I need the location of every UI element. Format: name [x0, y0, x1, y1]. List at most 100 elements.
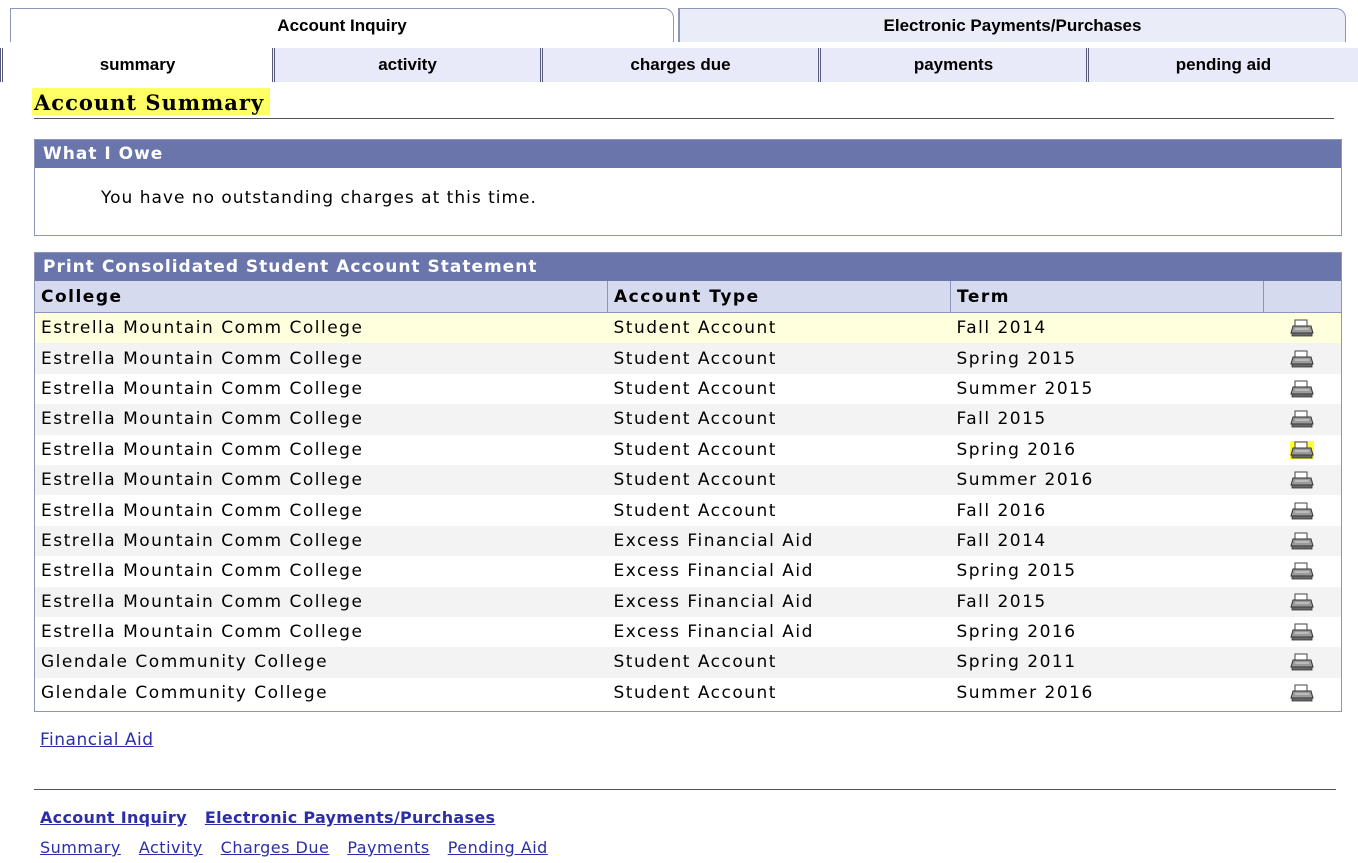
college-cell: Estrella Mountain Comm College: [35, 556, 608, 587]
account-type-cell: Excess Financial Aid: [607, 586, 951, 617]
sub-tab-row: summary activity charges due payments pe…: [0, 48, 1358, 82]
account-type-cell: Student Account: [607, 495, 951, 526]
footer-links-sub: Summary Activity Charges Due Payments Pe…: [40, 838, 548, 857]
what-i-owe-header: What I Owe: [35, 140, 1341, 168]
table-row: Estrella Mountain Comm College Student Ac…: [35, 312, 1341, 344]
tab-payments[interactable]: payments: [818, 48, 1086, 82]
table-row: Estrella Mountain Comm College Excess Fin…: [35, 525, 1341, 557]
term-cell: Fall 2015: [950, 404, 1264, 435]
statement-table: College Account Type Term Estrella Mount…: [35, 281, 1341, 709]
account-type-cell: Student Account: [607, 343, 951, 374]
divider: [34, 789, 1336, 790]
printer-icon[interactable]: [1290, 440, 1315, 459]
tab-charges-due[interactable]: charges due: [540, 48, 818, 82]
print-cell: [1263, 404, 1341, 435]
print-cell: [1263, 464, 1341, 496]
account-type-cell: Excess Financial Aid: [607, 525, 951, 557]
term-cell: Summer 2016: [950, 677, 1264, 709]
table-row: Estrella Mountain Comm College Excess Fin…: [35, 586, 1341, 617]
column-header-college: College: [35, 281, 608, 313]
footer-link-electronic-payments[interactable]: Electronic Payments/Purchases: [205, 808, 495, 827]
printer-icon[interactable]: [1290, 380, 1314, 398]
printer-icon[interactable]: [1290, 471, 1314, 489]
college-cell: Estrella Mountain Comm College: [35, 525, 608, 557]
term-cell: Spring 2015: [950, 343, 1264, 374]
statement-box: Print Consolidated Student Account State…: [34, 252, 1342, 712]
account-type-cell: Excess Financial Aid: [607, 556, 951, 587]
column-header-account-type: Account Type: [607, 281, 951, 313]
table-row: Estrella Mountain Comm College Student Ac…: [35, 464, 1341, 496]
print-cell: [1263, 556, 1341, 587]
printer-icon[interactable]: [1290, 653, 1314, 671]
top-tab-row: Account Inquiry Electronic Payments/Purc…: [10, 8, 1350, 44]
footer-link-charges-due[interactable]: Charges Due: [221, 838, 330, 857]
print-cell: [1263, 586, 1341, 617]
column-header-print: [1263, 281, 1341, 313]
term-cell: Spring 2016: [950, 434, 1264, 465]
account-type-cell: Student Account: [607, 373, 951, 405]
account-type-cell: Student Account: [607, 434, 951, 465]
term-cell: Fall 2014: [950, 312, 1264, 344]
college-cell: Estrella Mountain Comm College: [35, 404, 608, 435]
no-charges-message: You have no outstanding charges at this …: [101, 188, 537, 208]
college-cell: Estrella Mountain Comm College: [35, 586, 608, 617]
college-cell: Estrella Mountain Comm College: [35, 343, 608, 374]
college-cell: Glendale Community College: [35, 677, 608, 709]
printer-icon[interactable]: [1290, 350, 1314, 368]
college-cell: Estrella Mountain Comm College: [35, 312, 608, 344]
printer-icon[interactable]: [1290, 593, 1314, 611]
footer-link-account-inquiry[interactable]: Account Inquiry: [40, 808, 187, 827]
print-cell: [1263, 495, 1341, 526]
print-cell: [1263, 373, 1341, 405]
account-type-cell: Student Account: [607, 464, 951, 496]
print-cell: [1263, 677, 1341, 709]
term-cell: Fall 2015: [950, 586, 1264, 617]
table-row: Estrella Mountain Comm College Student Ac…: [35, 434, 1341, 465]
footer-link-pending-aid[interactable]: Pending Aid: [448, 838, 548, 857]
footer-link-activity[interactable]: Activity: [139, 838, 203, 857]
tab-activity[interactable]: activity: [272, 48, 540, 82]
college-cell: Estrella Mountain Comm College: [35, 464, 608, 496]
account-type-cell: Student Account: [607, 677, 951, 709]
footer-link-payments[interactable]: Payments: [347, 838, 429, 857]
financial-aid-link[interactable]: Financial Aid: [40, 730, 154, 750]
college-cell: Estrella Mountain Comm College: [35, 616, 608, 648]
table-row: Estrella Mountain Comm College Student Ac…: [35, 373, 1341, 405]
column-header-term: Term: [950, 281, 1264, 313]
tab-account-inquiry[interactable]: Account Inquiry: [10, 8, 674, 42]
footer-links-main: Account Inquiry Electronic Payments/Purc…: [40, 808, 495, 827]
printer-icon[interactable]: [1290, 502, 1314, 520]
table-row: Estrella Mountain Comm College Student Ac…: [35, 343, 1341, 374]
printer-icon[interactable]: [1290, 562, 1314, 580]
footer-link-summary[interactable]: Summary: [40, 838, 121, 857]
term-cell: Spring 2016: [950, 616, 1264, 648]
account-type-cell: Student Account: [607, 312, 951, 344]
printer-icon[interactable]: [1290, 319, 1314, 337]
table-row: Estrella Mountain Comm College Student Ac…: [35, 404, 1341, 435]
college-cell: Estrella Mountain Comm College: [35, 495, 608, 526]
account-type-cell: Student Account: [607, 404, 951, 435]
page-title: Account Summary: [32, 88, 271, 115]
divider: [34, 118, 1334, 119]
print-cell: [1263, 312, 1341, 344]
table-row: Estrella Mountain Comm College Student Ac…: [35, 495, 1341, 526]
term-cell: Fall 2016: [950, 495, 1264, 526]
tab-pending-aid[interactable]: pending aid: [1086, 48, 1358, 82]
print-cell: [1263, 434, 1341, 465]
tab-electronic-payments[interactable]: Electronic Payments/Purchases: [678, 8, 1346, 42]
account-summary-page: Account Inquiry Electronic Payments/Purc…: [0, 0, 1358, 863]
printer-icon[interactable]: [1290, 623, 1314, 641]
college-cell: Estrella Mountain Comm College: [35, 434, 608, 465]
college-cell: Estrella Mountain Comm College: [35, 373, 608, 405]
printer-icon[interactable]: [1290, 410, 1314, 428]
print-cell: [1263, 343, 1341, 374]
print-cell: [1263, 616, 1341, 648]
tab-summary[interactable]: summary: [0, 48, 272, 82]
term-cell: Summer 2015: [950, 373, 1264, 405]
printer-icon[interactable]: [1290, 684, 1314, 702]
account-type-cell: Student Account: [607, 647, 951, 678]
printer-icon[interactable]: [1290, 532, 1314, 550]
term-cell: Fall 2014: [950, 525, 1264, 557]
college-cell: Glendale Community College: [35, 647, 608, 678]
table-row: Estrella Mountain Comm College Excess Fin…: [35, 616, 1341, 648]
